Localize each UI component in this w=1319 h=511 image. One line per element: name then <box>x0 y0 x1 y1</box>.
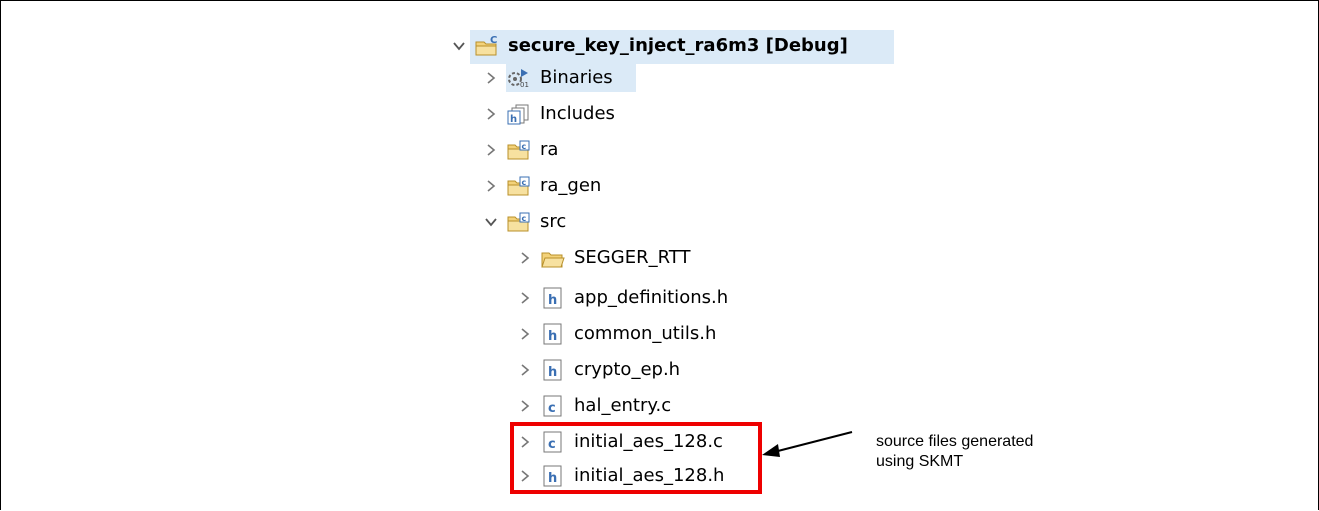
includes-icon: h <box>506 102 532 126</box>
chevron-right-icon[interactable] <box>484 107 498 121</box>
tree-item-src[interactable]: c src <box>484 204 566 240</box>
chevron-right-icon[interactable] <box>518 251 532 265</box>
tree-item-binaries[interactable]: 01 Binaries <box>484 60 613 96</box>
tree-item-project[interactable]: C secure_key_inject_ra6m3 [Debug] <box>452 28 848 64</box>
header-file-icon: h <box>540 358 566 382</box>
annotation-arrow <box>762 431 853 457</box>
tree-item-includes[interactable]: h Includes <box>484 96 615 132</box>
highlight-box <box>510 422 762 494</box>
svg-text:c: c <box>548 401 556 416</box>
tree-item-label: crypto_ep.h <box>574 359 681 380</box>
header-file-icon: h <box>540 322 566 346</box>
tree-item-label: hal_entry.c <box>574 395 672 416</box>
svg-text:h: h <box>510 114 517 125</box>
tree-item-label: ra <box>540 139 559 160</box>
chevron-right-icon[interactable] <box>484 179 498 193</box>
tree-item-app-definitions[interactable]: h app_definitions.h <box>518 280 728 316</box>
source-folder-icon: c <box>506 138 532 162</box>
chevron-down-icon[interactable] <box>484 215 498 229</box>
chevron-right-icon[interactable] <box>518 363 532 377</box>
tree-item-label: ra_gen <box>540 175 602 196</box>
tree-item-label: app_definitions.h <box>574 287 729 308</box>
annotation-line: using SKMT <box>876 453 964 470</box>
svg-text:c: c <box>522 214 527 223</box>
c-project-icon: C <box>474 34 500 58</box>
chevron-right-icon[interactable] <box>518 291 532 305</box>
tree-item-hal-entry[interactable]: c hal_entry.c <box>518 388 671 424</box>
tree-item-ra[interactable]: c ra <box>484 132 558 168</box>
source-folder-icon: c <box>506 174 532 198</box>
folder-icon <box>540 246 566 270</box>
chevron-down-icon[interactable] <box>452 39 466 53</box>
svg-text:h: h <box>548 365 557 380</box>
svg-text:C: C <box>490 35 497 46</box>
annotation-line: source files generated <box>876 433 1034 450</box>
chevron-right-icon[interactable] <box>518 399 532 413</box>
binaries-icon: 01 <box>506 66 532 90</box>
tree-item-label: Includes <box>540 103 615 124</box>
svg-text:c: c <box>522 142 527 151</box>
tree-item-label: src <box>540 211 567 232</box>
tree-item-label: SEGGER_RTT <box>574 247 691 268</box>
header-file-icon: h <box>540 286 566 310</box>
svg-text:h: h <box>548 329 557 344</box>
annotation-text: source files generated using SKMT <box>876 432 1033 472</box>
svg-text:h: h <box>548 293 557 308</box>
project-label: secure_key_inject_ra6m3 [Debug] <box>508 35 848 56</box>
tree-item-label: common_utils.h <box>574 323 717 344</box>
svg-text:c: c <box>522 178 527 187</box>
tree-item-segger-rtt[interactable]: SEGGER_RTT <box>518 240 690 276</box>
source-folder-icon: c <box>506 210 532 234</box>
c-file-icon: c <box>540 394 566 418</box>
chevron-right-icon[interactable] <box>484 143 498 157</box>
tree-item-label: Binaries <box>540 67 613 88</box>
chevron-right-icon[interactable] <box>484 71 498 85</box>
tree-item-ra-gen[interactable]: c ra_gen <box>484 168 601 204</box>
tree-item-crypto-ep[interactable]: h crypto_ep.h <box>518 352 680 388</box>
chevron-right-icon[interactable] <box>518 327 532 341</box>
svg-text:01: 01 <box>520 81 529 89</box>
tree-item-common-utils[interactable]: h common_utils.h <box>518 316 716 352</box>
